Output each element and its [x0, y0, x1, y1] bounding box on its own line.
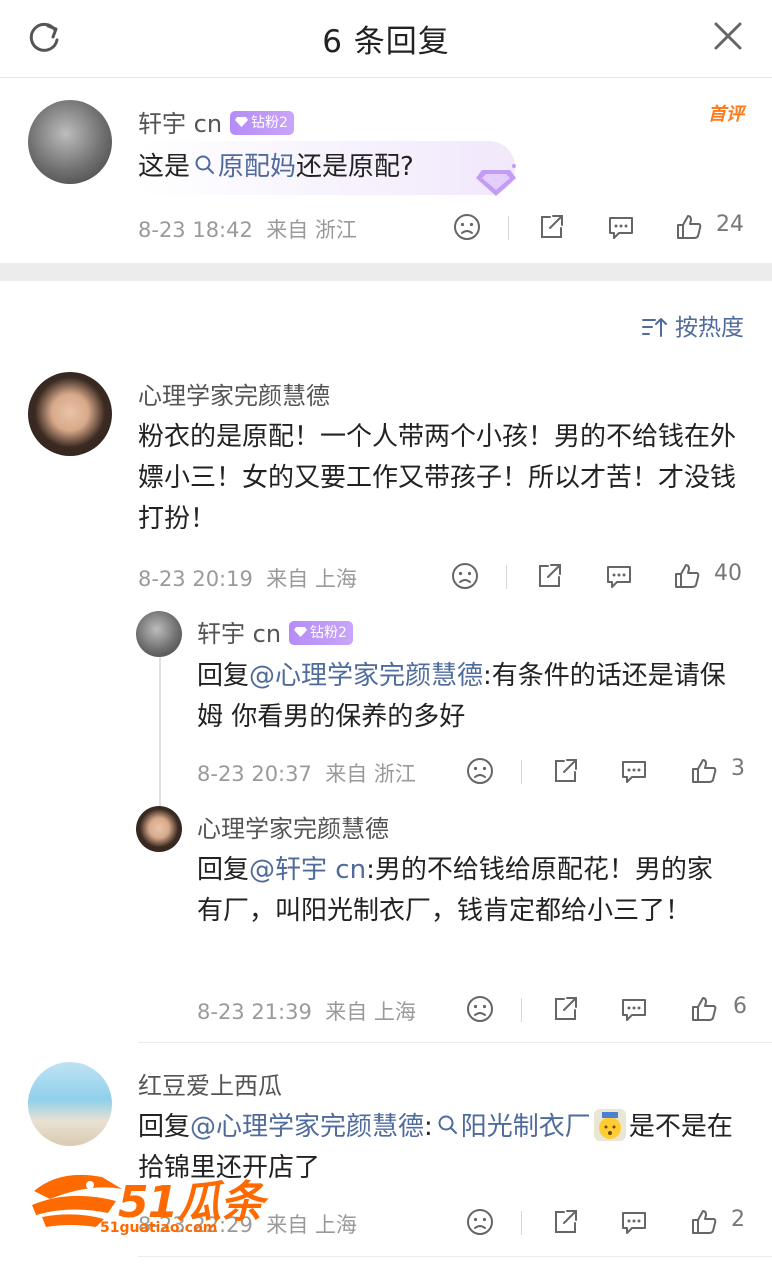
diamond-icon: [235, 117, 249, 127]
fan-badge: 钻粉2: [289, 621, 353, 645]
search-icon: [438, 1115, 457, 1134]
comment-meta: 8-23 20:19 来自 上海: [138, 567, 357, 591]
avatar[interactable]: [136, 611, 182, 657]
like-count: 6: [733, 994, 747, 1019]
watermark-url: 51guatiao.com: [100, 1220, 218, 1236]
divider: [521, 1211, 522, 1235]
share-icon[interactable]: [536, 212, 566, 242]
comment-user[interactable]: 心理学家完颜慧德: [138, 376, 330, 411]
reply-meta: 8-23 21:39 来自 上海: [197, 1000, 416, 1024]
topic-link[interactable]: 阳光制衣厂: [433, 1112, 591, 1142]
dislike-icon[interactable]: [452, 212, 482, 242]
sort-button[interactable]: 按热度: [641, 308, 744, 342]
topic-link[interactable]: 原配妈: [190, 152, 296, 182]
mention-link[interactable]: @心理学家完颜慧德: [190, 1112, 424, 1142]
first-comment-tag: 首评: [708, 104, 744, 125]
like-count: 24: [716, 212, 744, 237]
username[interactable]: 轩宇 cn: [197, 620, 281, 648]
divider: [508, 216, 509, 240]
avatar[interactable]: [136, 806, 182, 852]
comment-actions: 40: [448, 561, 748, 593]
divider: [521, 998, 522, 1022]
like-icon[interactable]: [689, 756, 719, 786]
fan-badge: 钻粉2: [230, 111, 294, 135]
comment-text: 粉衣的是原配！一个人带两个小孩！男的不给钱在外嫖小三！女的又要工作又带孩子！所以…: [138, 422, 737, 534]
dislike-icon[interactable]: [465, 1207, 495, 1237]
dizzy-emoji-icon: [593, 1108, 626, 1141]
share-icon[interactable]: [534, 561, 564, 591]
comment-separator: [138, 1256, 772, 1257]
comment-icon[interactable]: [619, 756, 649, 786]
share-icon[interactable]: [550, 756, 580, 786]
divider: [521, 760, 522, 784]
comment-icon[interactable]: [619, 1207, 649, 1237]
reply-meta: 8-23 20:37 来自 浙江: [197, 762, 416, 786]
dislike-icon[interactable]: [450, 561, 480, 591]
header-bar: 6 条回复: [0, 0, 772, 78]
share-icon[interactable]: [550, 1207, 580, 1237]
reply-user[interactable]: 轩宇 cn 钻粉2: [197, 614, 353, 649]
mention-link[interactable]: @心理学家完颜慧德: [249, 661, 483, 691]
page-title: 6 条回复: [322, 24, 450, 60]
avatar[interactable]: [28, 1062, 112, 1146]
avatar[interactable]: [28, 372, 112, 456]
root-comment-user[interactable]: 轩宇 cn 钻粉2: [138, 104, 294, 139]
comment-separator: [138, 1042, 772, 1043]
sort-icon: [642, 317, 667, 337]
like-icon[interactable]: [674, 212, 704, 242]
like-icon[interactable]: [689, 994, 719, 1024]
section-divider: [0, 263, 772, 281]
like-icon[interactable]: [689, 1207, 719, 1237]
search-icon: [195, 155, 215, 174]
like-icon[interactable]: [672, 561, 702, 591]
thread-line: [159, 657, 161, 807]
root-comment-text: 这是 原配妈还是原配?: [138, 152, 414, 182]
like-count: 40: [714, 561, 742, 586]
reply-text: 回复@心理学家完颜慧德:有条件的话还是请保姆 你看男的保养的多好: [197, 661, 726, 732]
diamond-decoration-icon: [476, 164, 516, 196]
comment-icon[interactable]: [619, 994, 649, 1024]
reply-actions: 6: [465, 994, 755, 1026]
close-icon[interactable]: [708, 16, 748, 56]
root-actions: 24: [450, 212, 750, 244]
comment-actions: 2: [465, 1207, 755, 1239]
comment-user[interactable]: 红豆爱上西瓜: [138, 1066, 282, 1101]
root-comment-meta: 8-23 18:42 来自 浙江: [138, 218, 357, 242]
dislike-icon[interactable]: [465, 756, 495, 786]
mention-link[interactable]: @轩宇 cn: [249, 855, 366, 885]
username[interactable]: 轩宇 cn: [138, 110, 222, 138]
like-count: 2: [731, 1207, 745, 1232]
reply-user[interactable]: 心理学家完颜慧德: [197, 809, 389, 844]
avatar[interactable]: [28, 100, 112, 184]
comment-icon[interactable]: [606, 212, 636, 242]
dislike-icon[interactable]: [465, 994, 495, 1024]
share-icon[interactable]: [550, 994, 580, 1024]
like-count: 3: [731, 756, 745, 781]
reply-actions: 3: [465, 756, 755, 788]
comment-icon[interactable]: [604, 561, 634, 591]
divider: [506, 565, 507, 589]
reply-text: 回复@轩宇 cn:男的不给钱给原配花！男的家有厂，叫阳光制衣厂，钱肯定都给小三了…: [197, 855, 713, 926]
diamond-icon: [294, 627, 308, 637]
